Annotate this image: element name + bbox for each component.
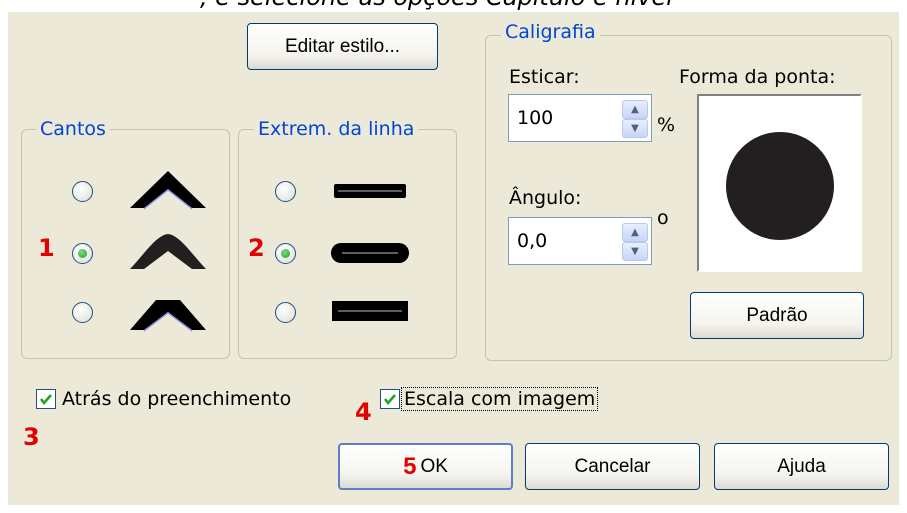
scale-with-image-checkbox[interactable]	[380, 389, 400, 409]
line-caps-title: Extrem. da linha	[254, 118, 419, 140]
behind-fill-checkbox[interactable]	[36, 389, 56, 409]
nib-shape-label: Forma da ponta:	[679, 66, 836, 88]
corner-bevel-radio[interactable]	[72, 302, 93, 323]
checkmark-icon	[384, 394, 396, 405]
ok-button[interactable]: 5 OK	[338, 443, 513, 490]
corner-round-icon	[130, 234, 206, 269]
angle-label: Ângulo:	[509, 187, 582, 209]
stretch-spinbox[interactable]: ▲ ▼	[508, 94, 652, 142]
caption-strip: , e selecione as opções Capítulo e nível	[0, 0, 907, 12]
marker-4: 4	[355, 398, 372, 426]
angle-input[interactable]	[517, 218, 607, 264]
stretch-label: Esticar:	[509, 66, 580, 88]
cancel-button[interactable]: Cancelar	[525, 443, 700, 490]
cap-round-icon	[331, 243, 409, 263]
corner-bevel-icon	[130, 300, 206, 332]
angle-unit: o	[657, 207, 669, 229]
cap-butt-icon	[334, 184, 406, 198]
marker-2: 2	[248, 234, 265, 262]
edit-style-button[interactable]: Editar estilo...	[247, 23, 438, 70]
stretch-up-button[interactable]: ▲	[622, 100, 648, 119]
nib-shape-preview[interactable]	[697, 94, 862, 272]
nib-shape-circle	[726, 132, 834, 240]
default-nib-button[interactable]: Padrão	[690, 292, 864, 339]
calligraphy-title: Caligrafia	[501, 21, 600, 43]
corner-miter-radio[interactable]	[72, 181, 93, 202]
stretch-down-button[interactable]: ▼	[622, 119, 648, 138]
ok-label: OK	[420, 455, 448, 477]
arrow-up-icon: ▲	[631, 227, 639, 238]
corners-title: Cantos	[36, 118, 110, 140]
cap-round-radio[interactable]	[275, 243, 296, 264]
corner-round-radio[interactable]	[72, 243, 93, 264]
marker-1: 1	[38, 234, 55, 262]
arrow-up-icon: ▲	[631, 104, 639, 115]
stretch-input[interactable]	[517, 95, 607, 141]
cap-butt-radio[interactable]	[275, 181, 296, 202]
stretch-unit: %	[657, 114, 676, 136]
marker-3: 3	[23, 423, 40, 451]
cap-square-radio[interactable]	[275, 302, 296, 323]
behind-fill-label[interactable]: Atrás do preenchimento	[62, 388, 291, 410]
angle-spinbox[interactable]: ▲ ▼	[508, 217, 652, 265]
help-button[interactable]: Ajuda	[714, 443, 889, 490]
angle-down-button[interactable]: ▼	[622, 242, 648, 261]
arrow-down-icon: ▼	[631, 246, 639, 257]
cap-square-icon	[332, 301, 408, 321]
caption-fragment: , e selecione as opções Capítulo e nível	[200, 0, 673, 11]
corner-miter-icon	[130, 171, 206, 210]
scale-with-image-label[interactable]: Escala com imagem	[400, 387, 599, 411]
marker-5: 5	[403, 452, 417, 480]
arrow-down-icon: ▼	[631, 123, 639, 134]
checkmark-icon	[40, 394, 52, 405]
angle-up-button[interactable]: ▲	[622, 223, 648, 242]
